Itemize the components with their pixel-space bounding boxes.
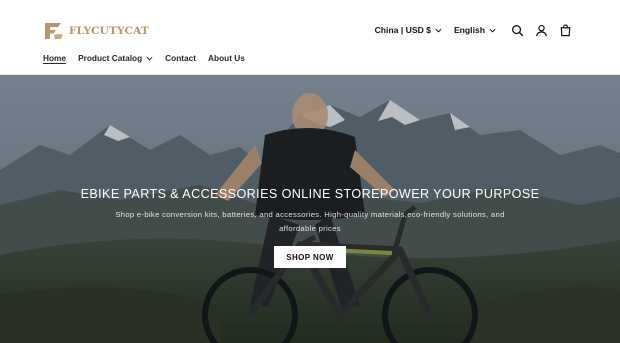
hero-subtitle: Shop e-bike conversion kits, batteries, … — [115, 210, 505, 233]
shop-now-button[interactable]: SHOP NOW — [274, 246, 346, 268]
logo-mark-icon — [45, 23, 63, 39]
main-nav: Home Product Catalog Contact About Us — [43, 53, 245, 63]
account-icon — [535, 24, 547, 36]
search-icon — [511, 24, 523, 36]
logo-text: FLYCUTYCAT — [69, 25, 149, 37]
language-selector[interactable]: English — [454, 25, 496, 35]
search-button[interactable] — [508, 21, 526, 39]
chevron-down-icon — [435, 28, 442, 33]
nav-item-label: About Us — [208, 53, 245, 63]
site-header: FLYCUTYCAT China | USD $ English Home Pr… — [0, 0, 620, 75]
chevron-down-icon — [146, 56, 153, 61]
nav-item-product-catalog[interactable]: Product Catalog — [78, 53, 153, 63]
cart-button[interactable] — [556, 21, 574, 39]
nav-item-label: Product Catalog — [78, 53, 143, 63]
site-logo[interactable]: FLYCUTYCAT — [43, 20, 149, 42]
cart-icon — [560, 24, 570, 36]
hero-banner: EBIKE PARTS & ACCESSORIES ONLINE STOREPO… — [0, 75, 620, 343]
header-utilities: China | USD $ English — [375, 21, 574, 39]
hero-title: EBIKE PARTS & ACCESSORIES ONLINE STOREPO… — [80, 187, 540, 201]
nav-item-about-us[interactable]: About Us — [208, 53, 245, 63]
nav-item-contact[interactable]: Contact — [165, 53, 196, 63]
country-currency-label: China | USD $ — [374, 25, 431, 35]
account-button[interactable] — [532, 21, 550, 39]
chevron-down-icon — [489, 28, 496, 33]
language-label: English — [453, 25, 485, 35]
nav-item-home[interactable]: Home — [43, 53, 66, 63]
nav-item-label: Contact — [165, 53, 197, 63]
country-currency-selector[interactable]: China | USD $ — [375, 25, 442, 35]
nav-item-label: Home — [43, 53, 67, 63]
